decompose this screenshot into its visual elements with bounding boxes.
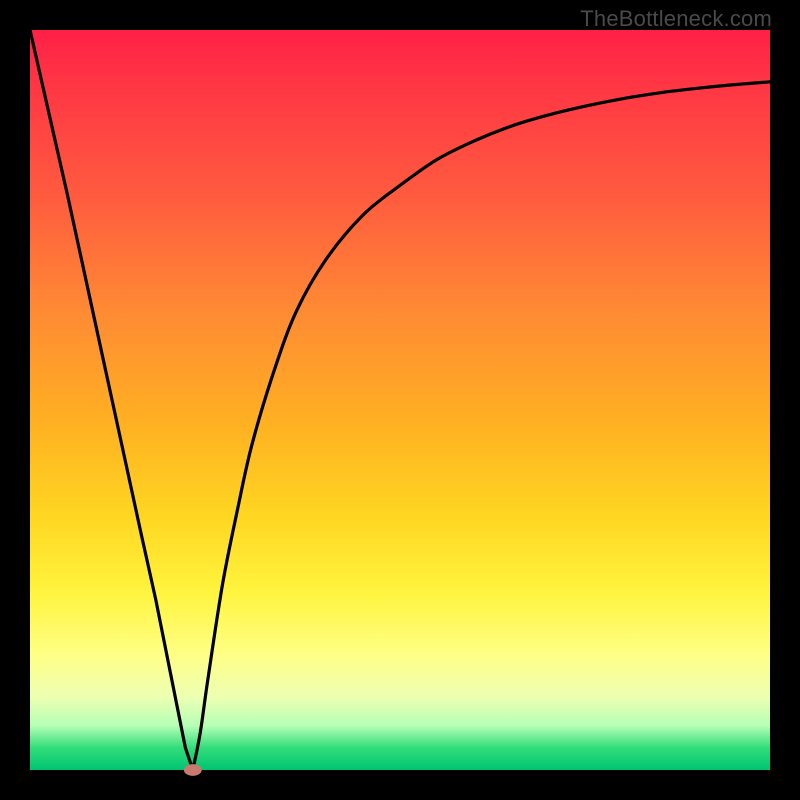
watermark-text: TheBottleneck.com bbox=[580, 6, 772, 32]
plot-area bbox=[30, 30, 770, 770]
chart-frame: TheBottleneck.com bbox=[0, 0, 800, 800]
curve-right-segment bbox=[193, 82, 770, 770]
optimum-marker bbox=[184, 764, 202, 776]
curve-left-segment bbox=[30, 30, 193, 770]
bottleneck-curve bbox=[30, 30, 770, 770]
